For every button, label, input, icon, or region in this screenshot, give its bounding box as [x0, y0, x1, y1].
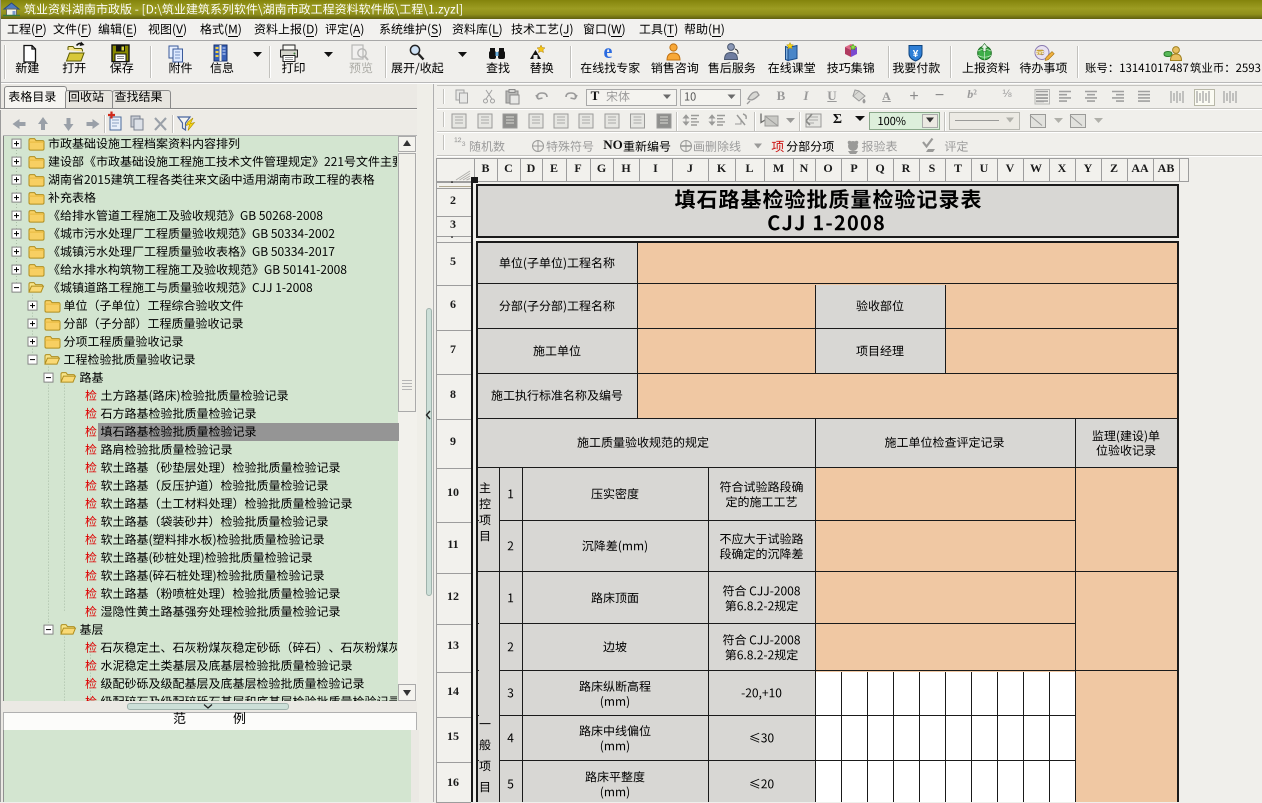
svg-text:DVD: DVD: [1035, 50, 1045, 55]
svg-text:e: e: [604, 41, 613, 63]
svg-text:¥: ¥: [913, 49, 919, 60]
